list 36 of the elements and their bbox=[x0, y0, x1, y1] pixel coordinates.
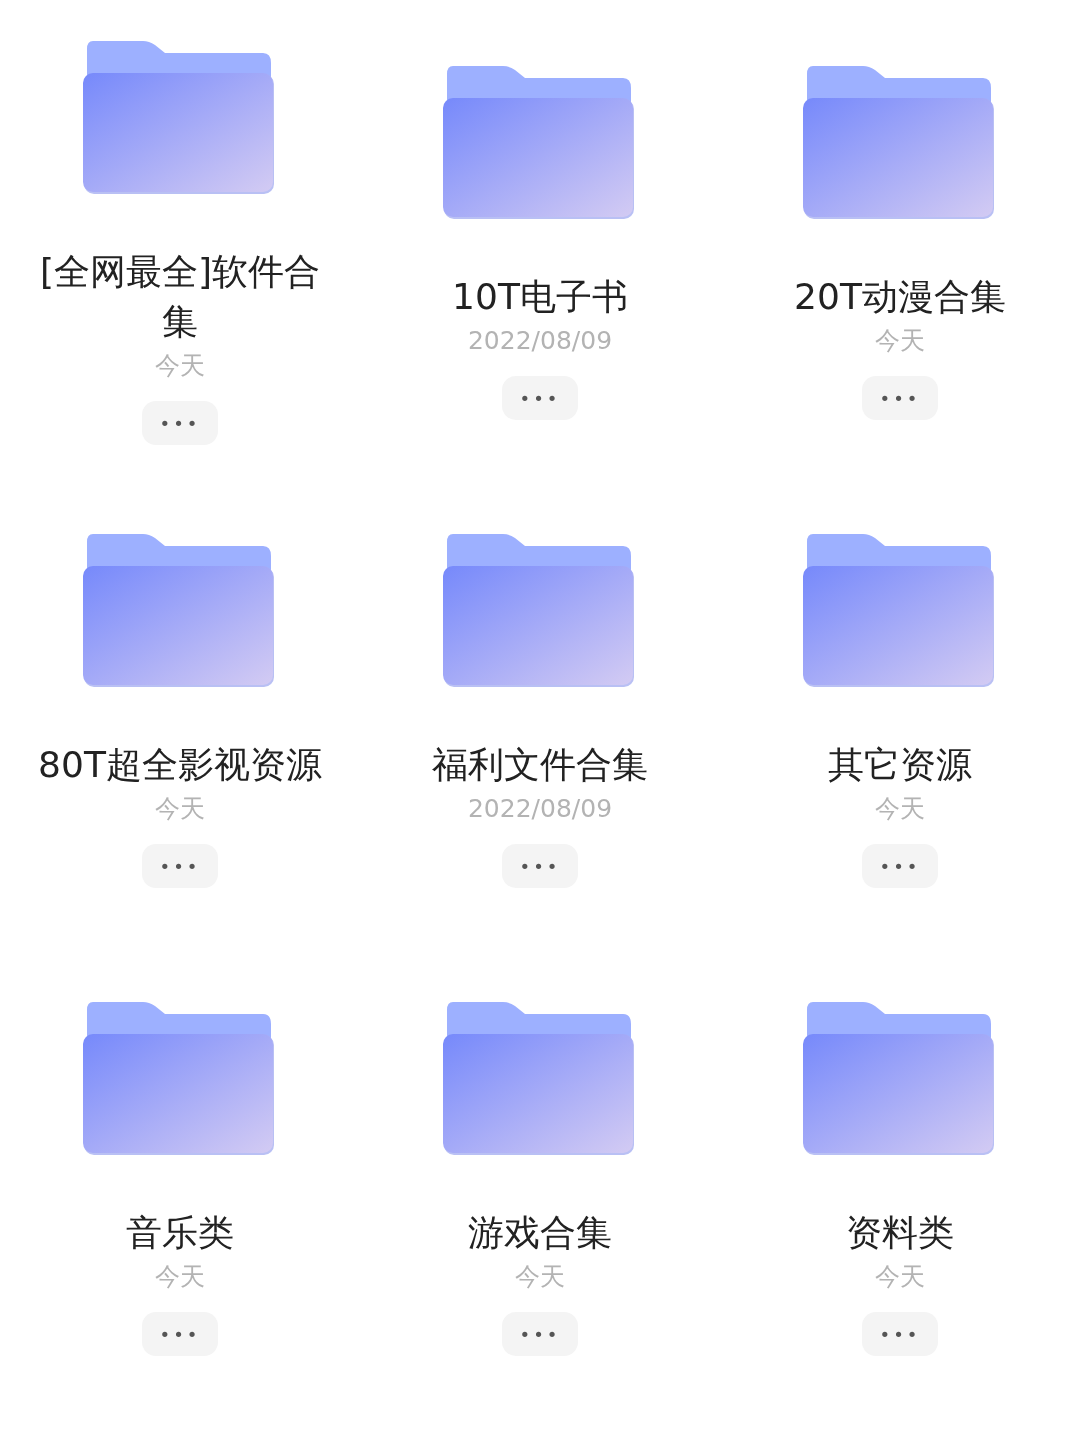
folder-date: 2022/08/09 bbox=[467, 325, 613, 357]
folder-icon[interactable] bbox=[803, 1002, 997, 1158]
more-button[interactable]: ••• bbox=[502, 376, 578, 420]
folder-date: 今天 bbox=[155, 350, 205, 382]
folder-icon[interactable] bbox=[803, 66, 997, 222]
folder-icon[interactable] bbox=[443, 66, 637, 222]
more-button[interactable]: ••• bbox=[862, 844, 938, 888]
folder-icon[interactable] bbox=[803, 534, 997, 690]
folder-title: 音乐类 bbox=[126, 1211, 234, 1255]
folder-date: 今天 bbox=[875, 793, 925, 825]
folder-icon[interactable] bbox=[443, 534, 637, 690]
folder-title: 其它资源 bbox=[828, 743, 972, 787]
folder-icon[interactable] bbox=[83, 534, 277, 690]
folder-icon[interactable] bbox=[443, 1002, 637, 1158]
folder-title: 20T动漫合集 bbox=[794, 275, 1006, 319]
folder-title: 80T超全影视资源 bbox=[38, 743, 322, 787]
folder-date: 今天 bbox=[875, 325, 925, 357]
folder-date: 今天 bbox=[155, 793, 205, 825]
more-button[interactable]: ••• bbox=[502, 844, 578, 888]
more-button[interactable]: ••• bbox=[142, 401, 218, 445]
folder-date: 2022/08/09 bbox=[467, 793, 613, 825]
more-button[interactable]: ••• bbox=[862, 376, 938, 420]
folder-title: 10T电子书 bbox=[452, 275, 628, 319]
folder-title: 游戏合集 bbox=[468, 1211, 612, 1255]
folder-title: 资料类 bbox=[846, 1211, 954, 1255]
folder-date: 今天 bbox=[155, 1261, 205, 1293]
folder-title: 福利文件合集 bbox=[432, 743, 648, 787]
folder-date: 今天 bbox=[875, 1261, 925, 1293]
more-button[interactable]: ••• bbox=[142, 1312, 218, 1356]
more-button[interactable]: ••• bbox=[142, 844, 218, 888]
more-button[interactable]: ••• bbox=[862, 1312, 938, 1356]
folder-icon[interactable] bbox=[83, 1002, 277, 1158]
folder-date: 今天 bbox=[515, 1261, 565, 1293]
more-button[interactable]: ••• bbox=[502, 1312, 578, 1356]
folder-icon[interactable] bbox=[83, 41, 277, 197]
folder-title: [全网最全]软件合集 bbox=[38, 250, 322, 344]
